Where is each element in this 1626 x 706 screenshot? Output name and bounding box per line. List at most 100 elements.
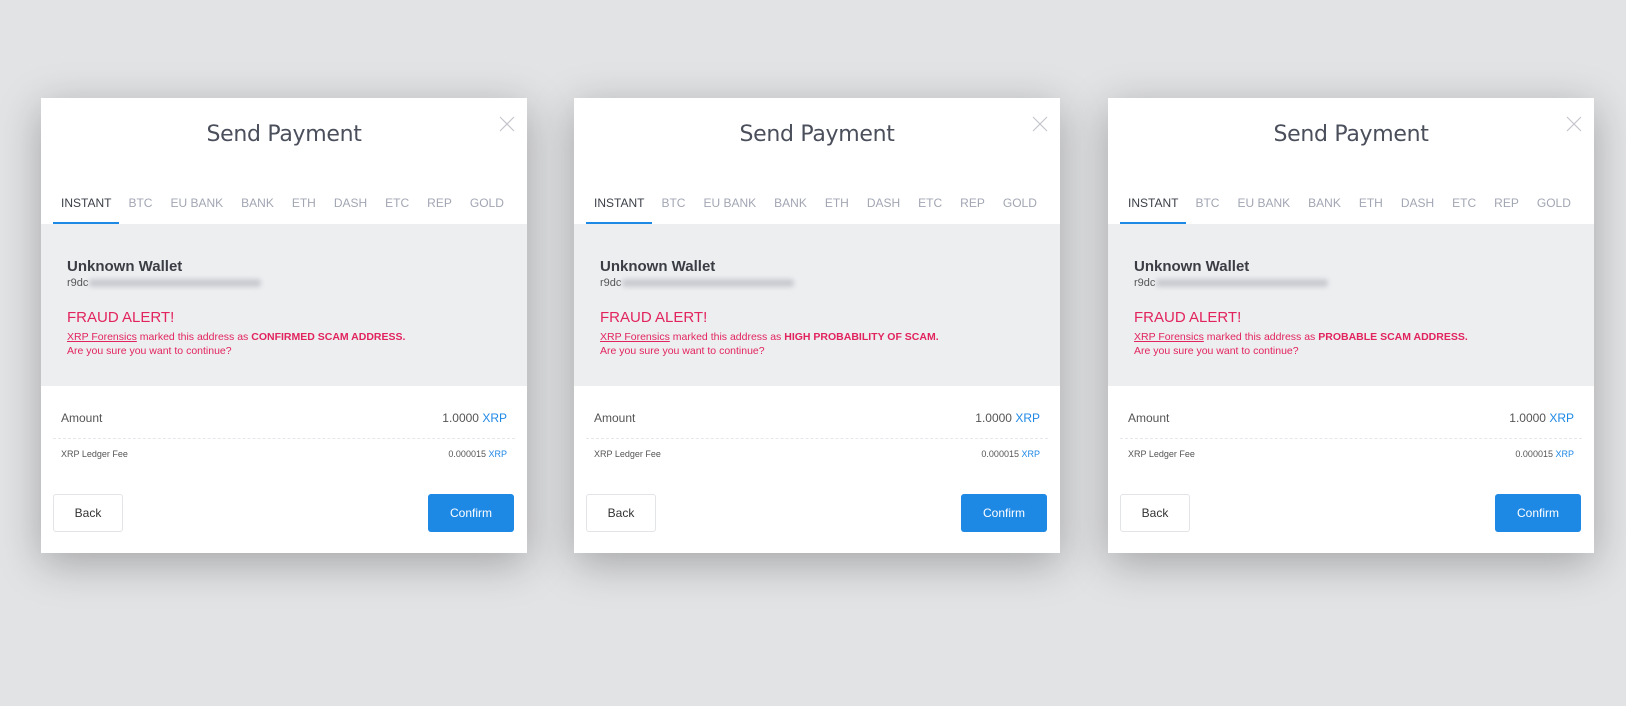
fee-row: XRP Ledger Fee 0.000015 XRP <box>594 449 1040 459</box>
divider <box>586 438 1048 439</box>
tab-rep[interactable]: REP <box>951 188 994 224</box>
amount-number: 1.0000 <box>975 411 1012 425</box>
fee-row: XRP Ledger Fee 0.000015 XRP <box>61 449 507 459</box>
send-payment-modal: Send Payment INSTANT BTC EU BANK BANK ETH DAS… <box>1108 98 1594 553</box>
tab-etc[interactable]: ETC <box>909 188 951 224</box>
fee-number: 0.000015 <box>981 449 1019 459</box>
tab-etc[interactable]: ETC <box>376 188 418 224</box>
amount-row: Amount 1.0000 XRP <box>61 411 507 425</box>
wallet-address: r9dc <box>600 277 795 289</box>
fee-label: XRP Ledger Fee <box>594 449 661 459</box>
amount-currency: XRP <box>482 411 507 425</box>
tab-bank[interactable]: BANK <box>765 188 816 224</box>
tab-btc[interactable]: BTC <box>119 188 161 224</box>
fee-value: 0.000015 XRP <box>981 449 1040 459</box>
amount-currency: XRP <box>1015 411 1040 425</box>
fee-number: 0.000015 <box>1515 449 1553 459</box>
wallet-address: r9dc <box>1134 277 1329 289</box>
back-button[interactable]: Back <box>1120 494 1190 532</box>
tab-eu-bank[interactable]: EU BANK <box>694 188 765 224</box>
confirm-button[interactable]: Confirm <box>428 494 514 532</box>
fraud-alert-panel: Unknown Wallet r9dc FRAUD ALERT! XRP For… <box>1108 224 1594 386</box>
amount-row: Amount 1.0000 XRP <box>1128 411 1574 425</box>
fraud-question: Are you sure you want to continue? <box>600 345 765 357</box>
payment-method-tabs: INSTANT BTC EU BANK BANK ETH DASH ETC REP GOLD <box>53 188 515 224</box>
amount-label: Amount <box>1128 411 1170 425</box>
confirm-button[interactable]: Confirm <box>961 494 1047 532</box>
back-button[interactable]: Back <box>586 494 656 532</box>
fraud-alert-message: XRP Forensics marked this address as CON… <box>67 331 405 343</box>
address-prefix: r9dc <box>1134 277 1156 289</box>
tab-gold[interactable]: GOLD <box>1528 188 1580 224</box>
fee-currency: XRP <box>488 449 507 459</box>
send-payment-modal: Send Payment INSTANT BTC EU BANK BANK ETH DAS… <box>574 98 1060 553</box>
tab-instant[interactable]: INSTANT <box>1120 188 1187 224</box>
amount-row: Amount 1.0000 XRP <box>594 411 1040 425</box>
fee-currency: XRP <box>1021 449 1040 459</box>
fraud-message-text: marked this address as <box>669 331 785 343</box>
fraud-question: Are you sure you want to continue? <box>1134 345 1299 357</box>
address-prefix: r9dc <box>67 277 89 289</box>
tab-dash[interactable]: DASH <box>858 188 909 224</box>
close-icon[interactable] <box>1032 116 1048 132</box>
xrp-forensics-link[interactable]: XRP Forensics <box>67 331 137 343</box>
divider <box>53 438 515 439</box>
wallet-address: r9dc <box>67 277 262 289</box>
fraud-message-text: marked this address as <box>136 331 252 343</box>
wallet-name: Unknown Wallet <box>1134 258 1250 275</box>
amount-value: 1.0000 XRP <box>1509 411 1574 425</box>
fraud-alert-title: FRAUD ALERT! <box>1134 309 1242 326</box>
amount-number: 1.0000 <box>442 411 479 425</box>
tab-instant[interactable]: INSTANT <box>586 188 653 224</box>
fraud-question: Are you sure you want to continue? <box>67 345 232 357</box>
amount-value: 1.0000 XRP <box>975 411 1040 425</box>
send-payment-modal: Send Payment INSTANT BTC EU BANK BANK ETH DAS… <box>41 98 527 553</box>
fee-label: XRP Ledger Fee <box>61 449 128 459</box>
tab-bank[interactable]: BANK <box>232 188 283 224</box>
fee-row: XRP Ledger Fee 0.000015 XRP <box>1128 449 1574 459</box>
tab-rep[interactable]: REP <box>418 188 461 224</box>
fraud-alert-message: XRP Forensics marked this address as HIG… <box>600 331 939 343</box>
xrp-forensics-link[interactable]: XRP Forensics <box>600 331 670 343</box>
xrp-forensics-link[interactable]: XRP Forensics <box>1134 331 1204 343</box>
tab-instant[interactable]: INSTANT <box>53 188 120 224</box>
tab-btc[interactable]: BTC <box>652 188 694 224</box>
tab-gold[interactable]: GOLD <box>994 188 1046 224</box>
tab-eth[interactable]: ETH <box>283 188 325 224</box>
tab-eth[interactable]: ETH <box>816 188 858 224</box>
payment-method-tabs: INSTANT BTC EU BANK BANK ETH DASH ETC REP GOLD <box>586 188 1048 224</box>
amount-label: Amount <box>594 411 636 425</box>
blurred-address <box>89 279 262 287</box>
tab-btc[interactable]: BTC <box>1186 188 1228 224</box>
tab-rep[interactable]: REP <box>1485 188 1528 224</box>
back-button[interactable]: Back <box>53 494 123 532</box>
fee-value: 0.000015 XRP <box>448 449 507 459</box>
tab-eth[interactable]: ETH <box>1350 188 1392 224</box>
tab-etc[interactable]: ETC <box>1443 188 1485 224</box>
wallet-name: Unknown Wallet <box>600 258 716 275</box>
payment-method-tabs: INSTANT BTC EU BANK BANK ETH DASH ETC REP GOLD <box>1120 188 1582 224</box>
tab-eu-bank[interactable]: EU BANK <box>161 188 232 224</box>
tab-bank[interactable]: BANK <box>1299 188 1350 224</box>
blurred-address <box>1156 279 1329 287</box>
fraud-alert-title: FRAUD ALERT! <box>67 309 175 326</box>
tab-eu-bank[interactable]: EU BANK <box>1228 188 1299 224</box>
fraud-message-text: marked this address as <box>1203 331 1319 343</box>
fraud-status: PROBABLE SCAM ADDRESS. <box>1318 331 1468 343</box>
fraud-alert-title: FRAUD ALERT! <box>600 309 708 326</box>
address-prefix: r9dc <box>600 277 622 289</box>
fee-currency: XRP <box>1555 449 1574 459</box>
fraud-status: CONFIRMED SCAM ADDRESS. <box>251 331 406 343</box>
divider <box>1120 438 1582 439</box>
amount-label: Amount <box>61 411 103 425</box>
close-icon[interactable] <box>1566 116 1582 132</box>
tab-gold[interactable]: GOLD <box>461 188 513 224</box>
confirm-button[interactable]: Confirm <box>1495 494 1581 532</box>
fraud-alert-message: XRP Forensics marked this address as PRO… <box>1134 331 1468 343</box>
tab-dash[interactable]: DASH <box>1392 188 1443 224</box>
modal-title: Send Payment <box>206 122 362 147</box>
fraud-alert-panel: Unknown Wallet r9dc FRAUD ALERT! XRP For… <box>574 224 1060 386</box>
close-icon[interactable] <box>499 116 515 132</box>
fee-label: XRP Ledger Fee <box>1128 449 1195 459</box>
tab-dash[interactable]: DASH <box>325 188 376 224</box>
